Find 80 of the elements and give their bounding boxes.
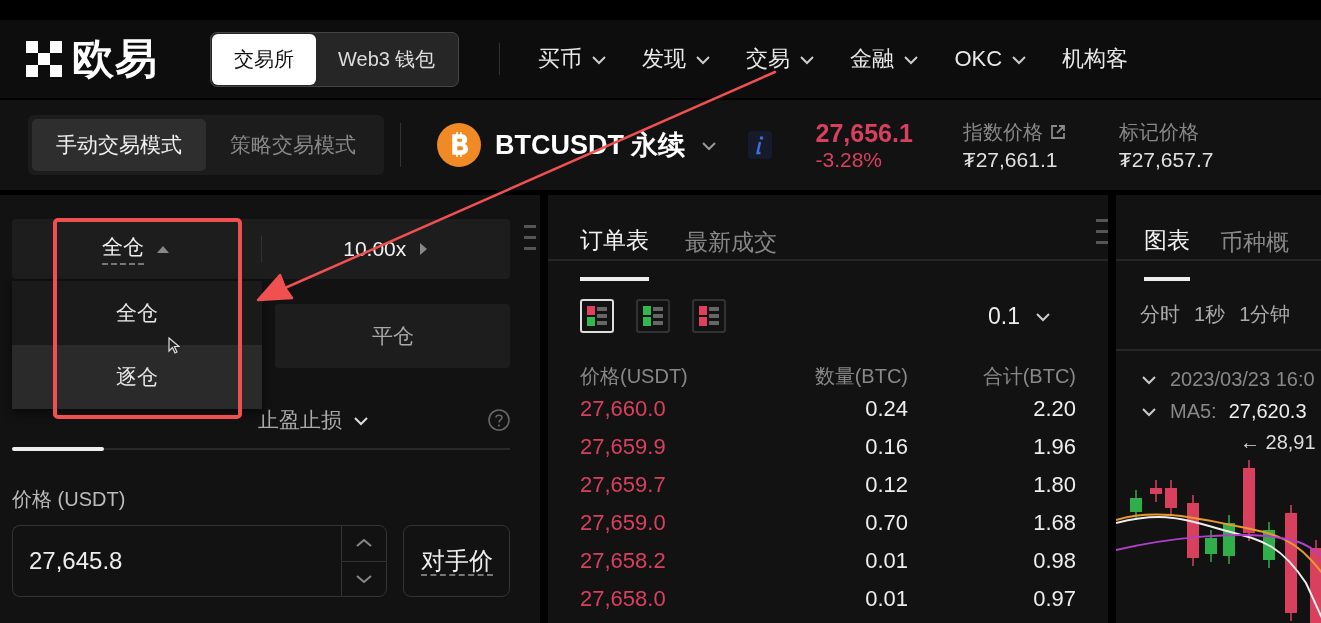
external-link-icon[interactable] [1048,123,1067,141]
order-book-tab[interactable]: 订单表 [580,217,649,281]
nav-menu-item[interactable]: 金融 [850,44,895,74]
column-header: 数量(BTC) [813,364,908,389]
switch-option[interactable]: 交易所 [212,33,316,85]
margin-mode-selector[interactable]: 全仓 [102,233,145,265]
ask-price: 27,660.0 [580,396,667,422]
ask-price: 27,659.9 [580,434,667,460]
amount-cell-text: 0.01 [864,548,908,574]
logo-text: 欧易 [72,34,158,84]
candlestick [1223,514,1235,565]
ma-value: 27,620.3 [1228,399,1307,423]
order-book-view-button[interactable] [636,299,670,333]
drag-handle-icon[interactable] [1096,219,1108,244]
total-cell-text: 1.96 [1032,434,1076,460]
help-icon[interactable] [488,409,510,431]
price-change: -3.28% [815,147,884,172]
chart-tab[interactable]: 图表 [1144,217,1190,281]
stat-label: 标记价格 [1118,119,1199,145]
amount-cell-text: 0.16 [864,434,908,460]
logo-icon [26,41,62,77]
candlestick [1150,479,1162,503]
nav-menu-item[interactable]: 交易 [746,44,791,74]
tick-size-selector[interactable]: 0.1 [988,302,1020,330]
counter-price-button[interactable]: 对手价 [403,525,510,597]
chevron-up-icon [355,538,373,549]
ask-price: 27,659.7 [580,472,667,498]
mode-tab[interactable]: 策略交易模式 [206,119,380,171]
amount-cell-text: 0.24 [864,396,908,422]
price-label: 价格 (USDT) [12,487,127,512]
amount-cell-text: 0.12 [864,472,908,498]
total-cell-text: 1.80 [1032,472,1076,498]
close-position-button[interactable]: 平仓 [275,304,510,368]
amount-cell-text: 0.70 [864,510,908,536]
order-type-tab[interactable]: 止盈止损 [258,406,370,434]
interval-option[interactable]: 1分钟 [1239,301,1291,349]
candlestick [1205,529,1217,563]
mode-tab[interactable]: 手动交易模式 [32,119,206,171]
mouse-cursor-icon [168,337,180,354]
high-price-marker: ← 28,91 [1240,431,1317,454]
stat-label: 指数价格 [962,119,1043,145]
ma-label: MA5: [1170,399,1217,423]
ask-price: 27,659.0 [580,510,667,536]
ask-price: 27,658.0 [580,586,667,612]
price-stepper[interactable] [341,525,387,597]
nav-menu-item[interactable]: 买币 [538,44,583,74]
chart-tab[interactable]: 币种概 [1220,217,1289,281]
nav-menu-item[interactable]: 发现 [642,44,687,74]
order-book-layout-icon [587,306,607,326]
column-header: 价格(USDT) [580,364,689,389]
chevron-down-icon [355,573,373,584]
interval-option[interactable]: 分时 [1140,301,1180,349]
ask-price: 27,658.2 [580,548,667,574]
total-cell-text: 0.98 [1032,548,1076,574]
total-cell-text: 0.97 [1032,586,1076,612]
total-cell-text: 1.68 [1032,510,1076,536]
candlestick [1165,479,1177,517]
order-book-layout-icon [699,306,719,326]
last-price: 27,656.1 [815,118,913,148]
drag-handle-icon[interactable] [524,225,536,250]
menu-option[interactable]: 全仓 [12,281,262,345]
stat-value: ₮27,661.1 [962,147,1059,172]
candle-date: 2023/03/23 16:0 [1170,367,1315,391]
order-book-layout-icon [643,306,663,326]
order-book-tab[interactable]: 最新成交 [685,217,777,281]
nav-menu-item[interactable]: OKC [954,46,1003,72]
stat-value: ₮27,657.7 [1118,147,1214,172]
total-cell-text: 2.20 [1032,396,1076,422]
info-icon[interactable] [747,131,772,159]
menu-option[interactable]: 逐仓 [12,345,262,409]
switch-option[interactable]: Web3 钱包 [316,33,458,85]
bitcoin-coin-icon [437,123,481,167]
interval-option[interactable]: 1秒 [1194,301,1226,349]
amount-cell-text: 0.01 [864,586,908,612]
nav-menu-item[interactable]: 机构客 [1062,44,1129,74]
candlestick [1263,521,1275,569]
price-input-field[interactable]: 27,645.8 [12,525,341,597]
column-header: 合计(BTC) [981,364,1076,389]
triangle-right-icon [418,242,429,256]
candlestick [1130,489,1142,521]
